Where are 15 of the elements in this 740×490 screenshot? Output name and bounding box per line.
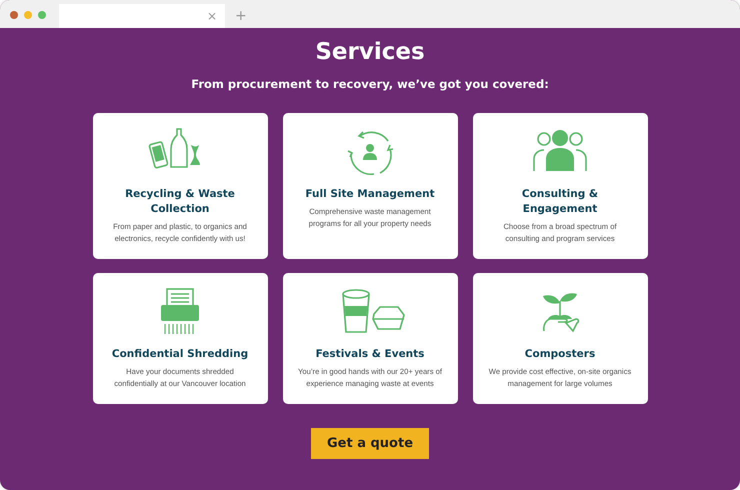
- service-title: Full Site Management: [305, 187, 435, 202]
- browser-tab[interactable]: ×: [59, 4, 225, 28]
- minimize-window-button[interactable]: [24, 11, 32, 19]
- close-tab-button[interactable]: ×: [206, 9, 217, 23]
- page-title: Services: [315, 39, 425, 65]
- page-subtitle: From procurement to recovery, we’ve got you covered:: [191, 77, 549, 91]
- service-title: Consulting & Engagement: [520, 187, 600, 217]
- service-title: Composters: [524, 347, 596, 362]
- close-window-button[interactable]: [10, 11, 18, 19]
- new-tab-button[interactable]: +: [235, 8, 247, 24]
- service-title: Recycling & Waste Collection: [124, 187, 236, 217]
- maximize-window-button[interactable]: [38, 11, 46, 19]
- service-title: Confidential Shredding: [112, 347, 248, 362]
- get-quote-button[interactable]: Get a quote: [311, 428, 429, 459]
- service-title: Festivals & Events: [316, 347, 424, 362]
